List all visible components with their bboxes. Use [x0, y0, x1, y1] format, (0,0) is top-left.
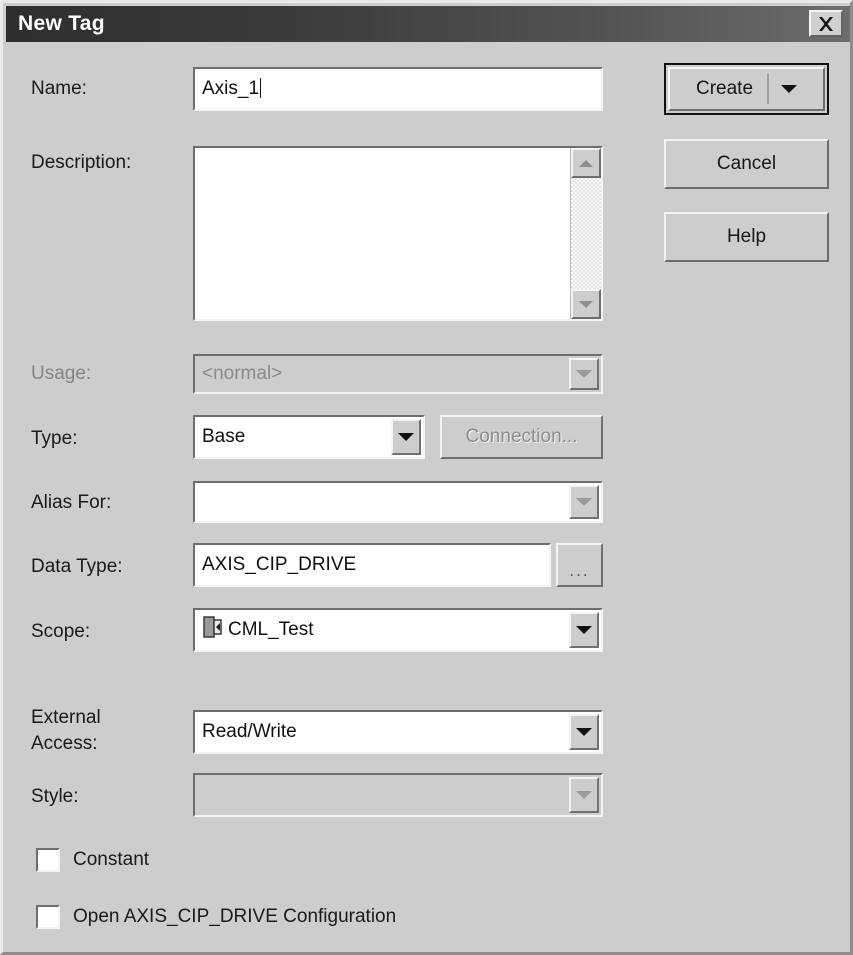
chevron-down-icon — [398, 433, 414, 441]
alias-for-label: Alias For: — [31, 492, 112, 513]
controller-icon — [202, 615, 224, 645]
name-label: Name: — [31, 78, 87, 99]
data-type-browse-button[interactable]: ... — [556, 543, 603, 587]
create-button-separator — [767, 74, 770, 104]
alias-for-dropdown-button[interactable] — [569, 485, 599, 519]
close-x-icon — [817, 16, 835, 32]
scroll-down-button[interactable] — [571, 289, 601, 319]
open-config-checkbox[interactable] — [36, 905, 60, 929]
external-access-combo[interactable]: Read/Write — [193, 710, 603, 754]
create-button-inner: Create — [668, 67, 825, 111]
usage-value: <normal> — [202, 363, 283, 384]
constant-label: Constant — [73, 849, 150, 870]
external-access-dropdown-button[interactable] — [569, 714, 599, 750]
data-type-label: Data Type: — [31, 556, 123, 577]
help-button[interactable]: Help — [664, 212, 829, 262]
triangle-down-icon — [579, 300, 593, 308]
chevron-down-icon — [576, 791, 592, 799]
window-title: New Tag — [18, 12, 105, 35]
scroll-up-button[interactable] — [571, 148, 601, 178]
name-input-value: Axis_1 — [202, 78, 262, 99]
alias-for-combo[interactable] — [193, 481, 603, 523]
scope-combo[interactable]: CML_Test — [193, 608, 603, 652]
usage-dropdown-button[interactable] — [569, 358, 599, 390]
description-textarea[interactable] — [193, 146, 603, 321]
scope-value: CML_Test — [228, 619, 314, 640]
usage-combo[interactable]: <normal> — [193, 354, 603, 394]
scope-label: Scope: — [31, 621, 91, 642]
chevron-down-icon — [576, 370, 592, 378]
data-type-value: AXIS_CIP_DRIVE — [202, 554, 357, 575]
style-combo[interactable] — [193, 773, 603, 817]
chevron-down-icon — [576, 498, 592, 506]
description-label: Description: — [31, 152, 132, 173]
close-button[interactable] — [809, 10, 843, 37]
chevron-down-icon — [576, 728, 592, 736]
connection-button[interactable]: Connection... — [440, 415, 603, 459]
constant-checkbox[interactable] — [36, 848, 60, 872]
cancel-button[interactable]: Cancel — [664, 139, 829, 189]
external-access-value: Read/Write — [202, 721, 297, 742]
open-config-checkbox-row[interactable]: Open AXIS_CIP_DRIVE Configuration — [36, 905, 396, 929]
scope-value-wrap: CML_Test — [202, 615, 314, 645]
chevron-down-icon[interactable] — [781, 85, 798, 93]
data-type-input[interactable]: AXIS_CIP_DRIVE — [193, 543, 551, 587]
scope-dropdown-button[interactable] — [569, 612, 599, 648]
chevron-down-icon — [576, 626, 592, 634]
triangle-up-icon — [579, 159, 593, 167]
external-access-label-line2: Access: — [31, 733, 98, 754]
title-bar[interactable]: New Tag — [6, 6, 850, 42]
style-label: Style: — [31, 786, 79, 807]
open-config-label: Open AXIS_CIP_DRIVE Configuration — [73, 906, 397, 927]
type-value: Base — [202, 426, 246, 447]
type-label: Type: — [31, 428, 78, 449]
name-input[interactable]: Axis_1 — [193, 67, 603, 111]
new-tag-dialog: New Tag Name: Axis_1 Description: Usage:… — [0, 0, 853, 955]
constant-checkbox-row[interactable]: Constant — [36, 848, 149, 872]
usage-label: Usage: — [31, 363, 92, 384]
style-dropdown-button[interactable] — [569, 777, 599, 813]
type-dropdown-button[interactable] — [391, 419, 421, 455]
create-button-label: Create — [695, 78, 754, 99]
type-combo[interactable]: Base — [193, 415, 425, 459]
create-button[interactable]: Create — [664, 63, 829, 115]
description-scrollbar[interactable] — [570, 148, 601, 319]
external-access-label-line1: External — [31, 707, 101, 728]
